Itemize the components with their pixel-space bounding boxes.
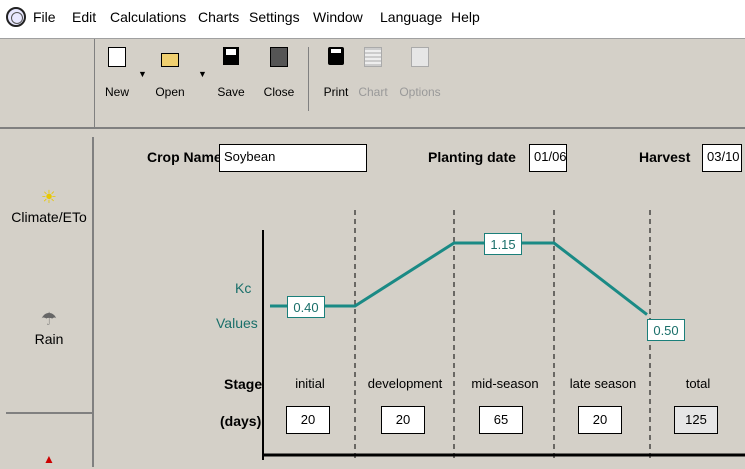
sidebar-item-rain[interactable]: ☂ Rain xyxy=(6,309,92,347)
stage-name-development: development xyxy=(367,376,443,391)
print-button-label: Print xyxy=(323,85,349,99)
sidebar-item-label: Climate/ETo xyxy=(11,209,87,225)
toolbar-left-separator xyxy=(94,39,95,127)
days-total-field: 125 xyxy=(674,406,718,434)
open-button-label: Open xyxy=(155,85,185,99)
options-button[interactable]: Options xyxy=(397,39,443,111)
days-mid-season-field[interactable]: 65 xyxy=(479,406,523,434)
save-button-label: Save xyxy=(217,85,245,99)
kc-end-field[interactable]: 0.50 xyxy=(647,319,685,341)
sidebar-divider xyxy=(6,412,92,414)
kc-axis-label-line1: Kc xyxy=(235,280,252,296)
toolbar: New ▼ Open ▼ Save Close Print Chart Opti… xyxy=(0,39,745,129)
kc-curve-line xyxy=(270,241,648,316)
menu-bar: File Edit Calculations Charts Settings W… xyxy=(0,0,745,39)
crop-icon: ▲ xyxy=(43,452,55,466)
printer-icon xyxy=(328,47,344,65)
stage-name-total: total xyxy=(685,376,711,391)
days-late-season-field[interactable]: 20 xyxy=(578,406,622,434)
menu-settings[interactable]: Settings xyxy=(249,9,300,25)
chart-icon xyxy=(364,47,382,67)
menu-calculations[interactable]: Calculations xyxy=(110,9,186,25)
open-folder-icon xyxy=(161,53,179,67)
menu-edit[interactable]: Edit xyxy=(72,9,96,25)
days-initial-field[interactable]: 20 xyxy=(286,406,330,434)
stage-name-late-season: late season xyxy=(569,376,637,391)
new-document-icon xyxy=(108,47,126,67)
stage-row-label: Stage xyxy=(224,376,263,392)
menu-help[interactable]: Help xyxy=(451,9,480,25)
options-icon xyxy=(411,47,429,67)
new-button[interactable]: New xyxy=(99,39,135,111)
menu-charts[interactable]: Charts xyxy=(198,9,239,25)
toolbar-divider xyxy=(308,47,309,111)
sidebar-item-label: Rain xyxy=(34,331,64,347)
stage-name-initial: initial xyxy=(295,376,325,391)
sidebar: ☀ Climate/ETo ☂ Rain ▲ xyxy=(6,137,94,467)
menu-window[interactable]: Window xyxy=(313,9,363,25)
close-folder-icon xyxy=(270,47,288,67)
kc-mid-field[interactable]: 1.15 xyxy=(484,233,522,255)
new-dropdown-arrow-icon[interactable]: ▼ xyxy=(138,69,147,79)
open-button[interactable]: Open xyxy=(152,39,188,111)
sun-icon: ☀ xyxy=(40,187,58,207)
new-button-label: New xyxy=(104,85,129,99)
print-button[interactable]: Print xyxy=(318,39,354,111)
save-button[interactable]: Save xyxy=(213,39,249,111)
menu-file[interactable]: File xyxy=(33,9,56,25)
chart-button-label: Chart xyxy=(358,85,388,99)
close-button-label: Close xyxy=(263,85,295,99)
close-button[interactable]: Close xyxy=(261,39,297,111)
sidebar-item-crop[interactable]: ▲ xyxy=(6,449,92,469)
kc-axis-label-line2: Values xyxy=(216,315,258,331)
open-dropdown-arrow-icon[interactable]: ▼ xyxy=(198,69,207,79)
days-row-label: (days) xyxy=(220,413,262,429)
chart-button[interactable]: Chart xyxy=(355,39,391,111)
days-development-field[interactable]: 20 xyxy=(381,406,425,434)
options-button-label: Options xyxy=(399,85,441,99)
save-disk-icon xyxy=(223,47,239,65)
app-logo-icon[interactable] xyxy=(6,7,26,27)
crop-panel: Crop Name Soybean Planting date 01/06 Ha… xyxy=(98,130,745,460)
stage-name-mid-season: mid-season xyxy=(471,376,539,391)
rain-cloud-icon: ☂ xyxy=(40,309,58,329)
kc-initial-field[interactable]: 0.40 xyxy=(287,296,325,318)
menu-language[interactable]: Language xyxy=(380,9,442,25)
sidebar-item-climate[interactable]: ☀ Climate/ETo xyxy=(6,187,92,225)
